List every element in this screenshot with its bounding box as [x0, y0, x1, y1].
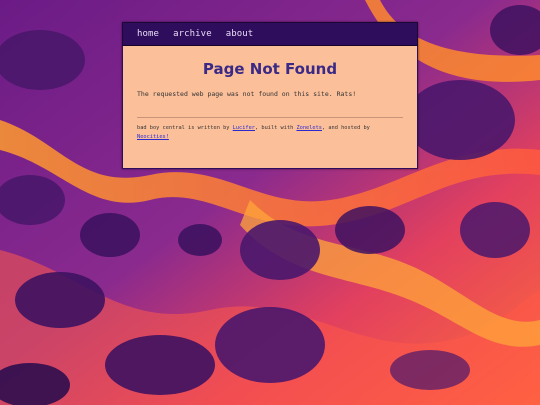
- footer-text-part: , and hosted by: [321, 125, 370, 131]
- not-found-message: The requested web page was not found on …: [137, 90, 357, 98]
- nav-home-link[interactable]: home: [137, 29, 159, 39]
- page-title: Page Not Found: [202, 60, 338, 78]
- page-card: home archive about Page Not Found The re…: [122, 22, 418, 169]
- footer-divider: [137, 117, 403, 118]
- nav-about-link[interactable]: about: [226, 29, 254, 39]
- nav-archive-link[interactable]: archive: [173, 29, 212, 39]
- zonelets-link[interactable]: Zonelets: [296, 125, 322, 131]
- neocities-link[interactable]: Neocities!: [137, 134, 169, 140]
- top-nav: home archive about: [122, 22, 418, 46]
- footer-text: bad boy central is written by Lucifer, b…: [137, 124, 403, 141]
- footer-text-part: , built with: [255, 125, 297, 131]
- footer-text-part: bad boy central is written by: [137, 125, 233, 131]
- main-content: Page Not Found The requested web page wa…: [122, 46, 418, 169]
- author-link[interactable]: Lucifer: [233, 125, 255, 131]
